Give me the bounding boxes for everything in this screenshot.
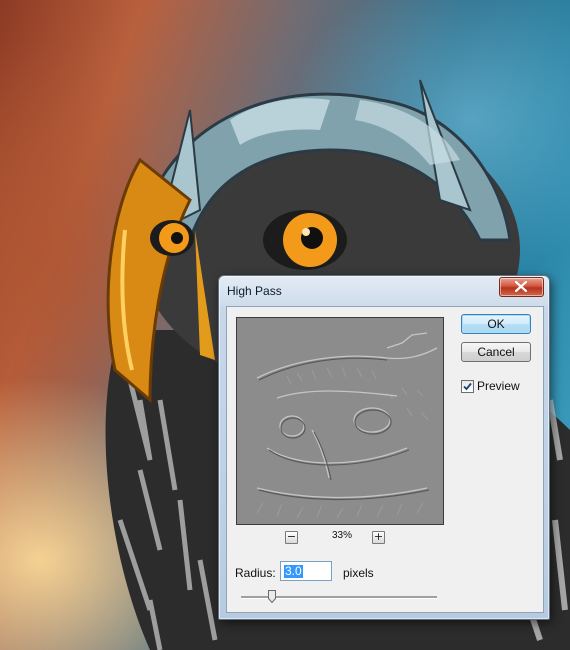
zoom-level: 33% <box>331 530 352 541</box>
radius-value: 3.0 <box>284 564 303 578</box>
zoom-in-button[interactable]: + <box>372 530 385 544</box>
zoom-out-button[interactable]: − <box>285 530 298 544</box>
dialog-titlebar[interactable]: High Pass <box>219 276 549 306</box>
close-button[interactable] <box>499 277 544 297</box>
dialog-content: − 33% + OK Cancel Preview Radius: 3.0 pi… <box>226 306 544 613</box>
radius-input[interactable]: 3.0 <box>280 561 332 581</box>
filter-preview-image[interactable] <box>236 317 444 525</box>
radius-units-label: pixels <box>343 566 374 580</box>
cancel-button[interactable]: Cancel <box>461 342 531 362</box>
checkmark-icon <box>463 382 472 391</box>
radius-label: Radius: <box>235 566 276 580</box>
preview-checkbox[interactable] <box>461 380 474 393</box>
dialog-title: High Pass <box>227 284 282 298</box>
close-icon <box>515 281 527 292</box>
radius-slider-thumb[interactable] <box>268 590 277 603</box>
minus-icon: − <box>286 530 297 543</box>
high-pass-dialog: High Pass − 33% + OK Cancel Preview Radi… <box>218 275 550 620</box>
ok-button[interactable]: OK <box>461 314 531 334</box>
preview-checkbox-label[interactable]: Preview <box>477 379 520 393</box>
plus-icon: + <box>373 530 384 543</box>
